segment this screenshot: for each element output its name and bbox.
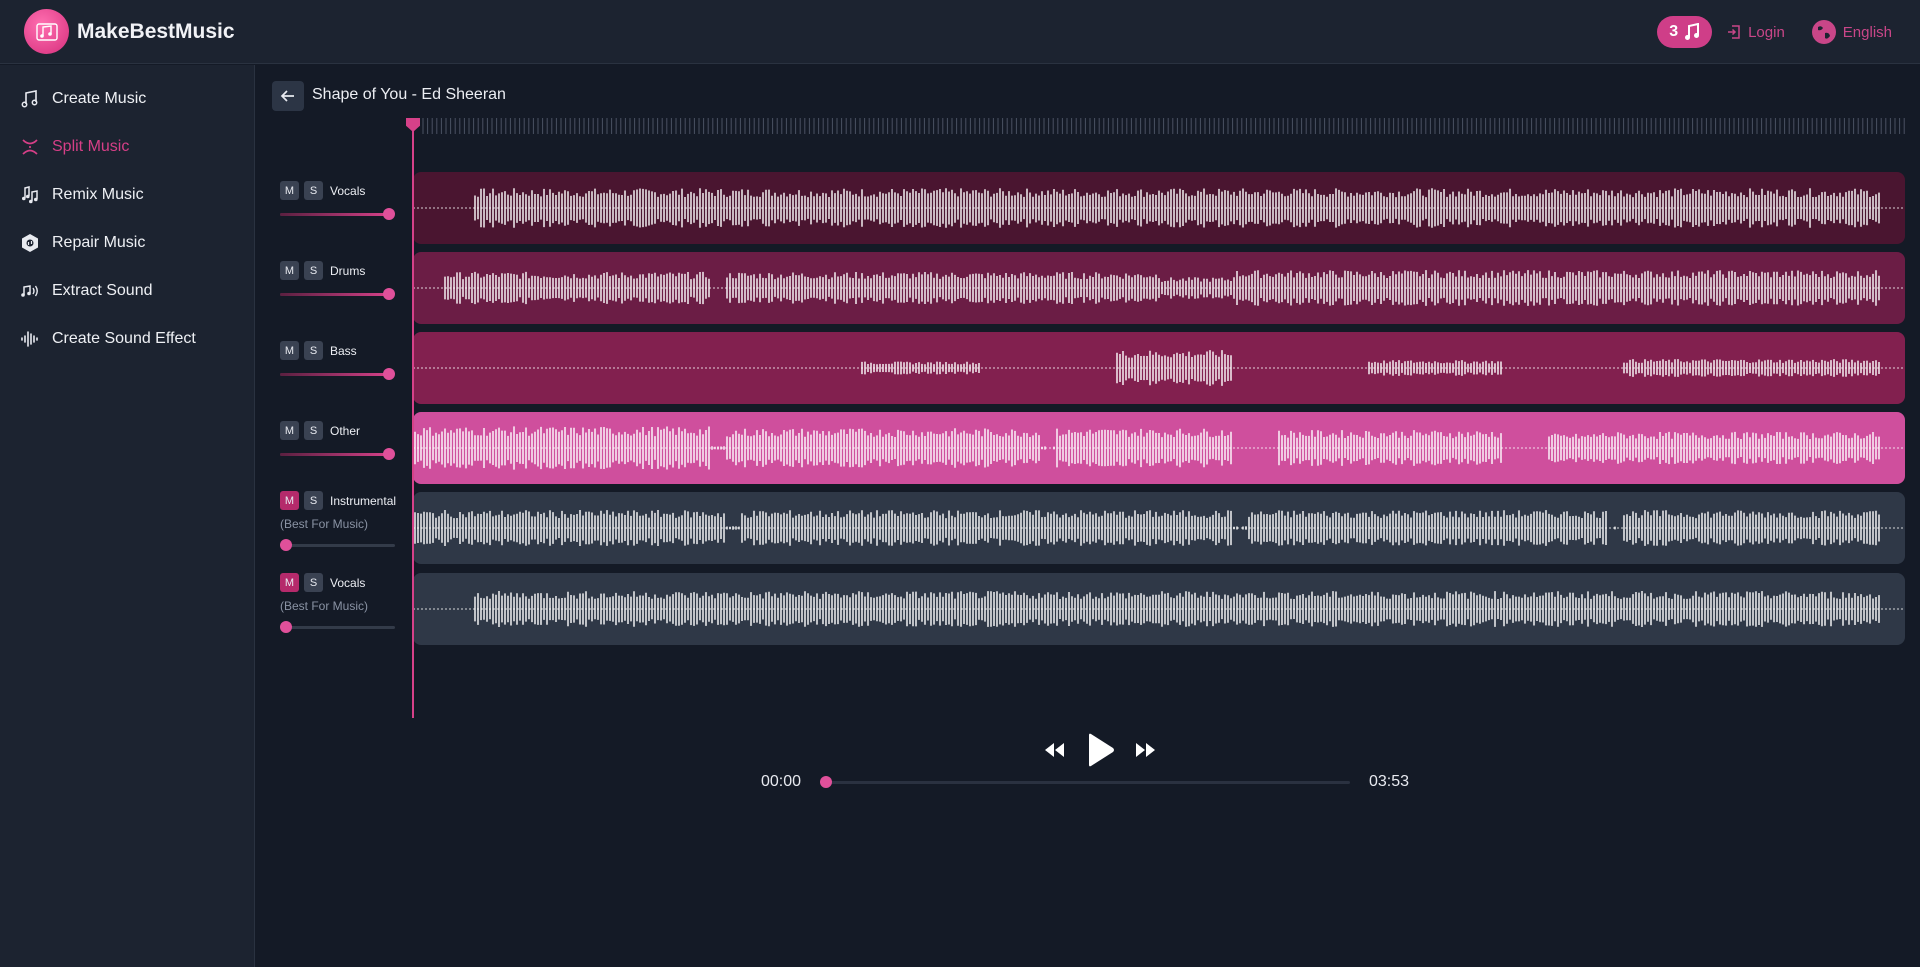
song-title: Shape of You - Ed Sheeran bbox=[312, 86, 506, 103]
volume-slider[interactable] bbox=[280, 368, 395, 380]
track-subtitle: (Best For Music) bbox=[280, 599, 369, 613]
brand-name[interactable]: MakeBestMusic bbox=[77, 20, 235, 44]
track-controls-other: M S Other bbox=[280, 421, 410, 460]
track-name: Vocals bbox=[330, 575, 366, 590]
credits-count: 3 bbox=[1669, 23, 1679, 40]
remix-icon bbox=[20, 185, 40, 205]
waveform-instrumental[interactable] bbox=[413, 492, 1905, 564]
track-controls-vocals-best: M S Vocals (Best For Music) bbox=[280, 573, 410, 633]
mute-button[interactable]: M bbox=[280, 341, 299, 360]
solo-button[interactable]: S bbox=[304, 421, 323, 440]
mute-button[interactable]: M bbox=[280, 573, 299, 592]
volume-slider[interactable] bbox=[280, 539, 395, 551]
waveform-vocals[interactable] bbox=[413, 172, 1905, 244]
volume-knob[interactable] bbox=[280, 621, 292, 633]
volume-slider[interactable] bbox=[280, 288, 395, 300]
track-name: Bass bbox=[330, 343, 357, 358]
solo-button[interactable]: S bbox=[304, 341, 323, 360]
track-controls-vocals: M S Vocals bbox=[280, 181, 410, 220]
mute-button[interactable]: M bbox=[280, 261, 299, 280]
rewind-button[interactable] bbox=[1043, 741, 1067, 759]
sidebar-item-remix-music[interactable]: Remix Music bbox=[0, 171, 254, 219]
track-name: Other bbox=[330, 423, 361, 438]
timeline-ruler[interactable] bbox=[413, 118, 1905, 138]
waveform-bass[interactable] bbox=[413, 332, 1905, 404]
current-time: 00:00 bbox=[761, 773, 802, 790]
track-name: Instrumental bbox=[330, 493, 397, 508]
back-button[interactable] bbox=[272, 81, 304, 111]
language-label: English bbox=[1842, 23, 1892, 41]
play-button[interactable] bbox=[1085, 733, 1115, 767]
solo-button[interactable]: S bbox=[304, 573, 323, 592]
progress-knob[interactable] bbox=[820, 776, 832, 788]
sidebar-item-split-music[interactable]: Split Music bbox=[0, 123, 254, 171]
volume-fill bbox=[280, 453, 389, 456]
language-selector[interactable]: English bbox=[1811, 19, 1892, 45]
track-name: Vocals bbox=[330, 183, 366, 198]
volume-fill bbox=[280, 293, 389, 296]
app-header: MakeBestMusic 3 Login English bbox=[0, 0, 1920, 64]
mute-button[interactable]: M bbox=[280, 421, 299, 440]
track-controls-bass: M S Bass bbox=[280, 341, 410, 380]
fast-forward-icon bbox=[1136, 743, 1155, 757]
sidebar-item-label: Extract Sound bbox=[52, 282, 153, 299]
globe-icon bbox=[1811, 20, 1836, 44]
sidebar-item-extract-sound[interactable]: Extract Sound bbox=[0, 267, 254, 315]
sidebar-item-label: Remix Music bbox=[52, 186, 144, 203]
track-subtitle: (Best For Music) bbox=[280, 517, 369, 531]
waveform-vocals-best[interactable] bbox=[413, 573, 1905, 645]
sidebar-item-repair-music[interactable]: Repair Music bbox=[0, 219, 254, 267]
sidebar-item-create-sound-effect[interactable]: Create Sound Effect bbox=[0, 315, 254, 363]
waveform-icon bbox=[20, 329, 40, 349]
sidebar: Create Music Split Music Remix Music Rep… bbox=[0, 65, 255, 967]
header-actions: 3 Login English bbox=[1657, 0, 1892, 64]
volume-knob[interactable] bbox=[383, 288, 395, 300]
track-name: Drums bbox=[330, 263, 366, 278]
volume-fill bbox=[280, 373, 389, 376]
play-icon bbox=[1089, 733, 1114, 767]
logo-music-icon bbox=[35, 22, 58, 41]
music-note-icon bbox=[1685, 23, 1700, 40]
login-icon bbox=[1728, 25, 1740, 39]
waveform-other[interactable] bbox=[413, 412, 1905, 484]
volume-knob[interactable] bbox=[383, 208, 395, 220]
repair-icon bbox=[20, 233, 40, 253]
music-notes-icon bbox=[20, 89, 40, 109]
sidebar-item-label: Split Music bbox=[52, 138, 130, 155]
login-label: Login bbox=[1748, 23, 1785, 41]
credits-badge[interactable]: 3 bbox=[1657, 16, 1713, 48]
solo-button[interactable]: S bbox=[304, 261, 323, 280]
mute-button[interactable]: M bbox=[280, 181, 299, 200]
volume-fill bbox=[280, 213, 389, 216]
total-time: 03:53 bbox=[1369, 773, 1410, 790]
sidebar-item-label: Create Sound Effect bbox=[52, 330, 196, 347]
progress-slider[interactable] bbox=[820, 775, 1350, 789]
arrow-left-icon bbox=[280, 90, 294, 102]
playhead-line bbox=[412, 122, 414, 718]
volume-slider[interactable] bbox=[280, 208, 395, 220]
mute-button[interactable]: M bbox=[280, 491, 299, 510]
waveform-drums[interactable] bbox=[413, 252, 1905, 324]
split-icon bbox=[20, 137, 40, 157]
fast-forward-button[interactable] bbox=[1133, 741, 1157, 759]
solo-button[interactable]: S bbox=[304, 491, 323, 510]
solo-button[interactable]: S bbox=[304, 181, 323, 200]
extract-icon bbox=[20, 281, 40, 301]
track-controls-instrumental: M S Instrumental (Best For Music) bbox=[280, 491, 410, 551]
volume-knob[interactable] bbox=[383, 448, 395, 460]
rewind-icon bbox=[1045, 743, 1064, 757]
transport-controls bbox=[1025, 730, 1175, 770]
volume-slider[interactable] bbox=[280, 621, 395, 633]
sidebar-item-label: Create Music bbox=[52, 90, 147, 107]
sidebar-item-create-music[interactable]: Create Music bbox=[0, 75, 254, 123]
volume-slider[interactable] bbox=[280, 448, 395, 460]
app-logo[interactable] bbox=[24, 9, 69, 54]
volume-knob[interactable] bbox=[280, 539, 292, 551]
track-controls-drums: M S Drums bbox=[280, 261, 410, 300]
volume-knob[interactable] bbox=[383, 368, 395, 380]
sidebar-item-label: Repair Music bbox=[52, 234, 146, 251]
login-link[interactable]: Login bbox=[1726, 24, 1785, 41]
